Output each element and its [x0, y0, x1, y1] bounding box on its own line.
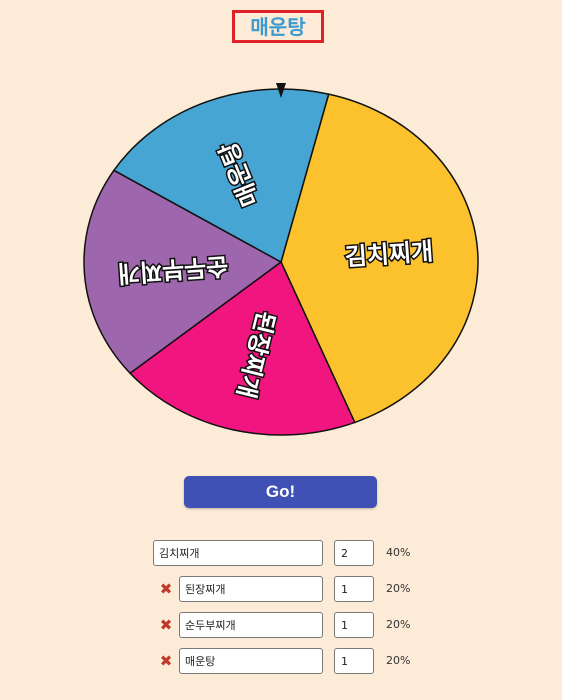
remove-icon[interactable]: ✖: [157, 652, 175, 670]
remove-icon[interactable]: ✖: [157, 580, 175, 598]
item-weight-input[interactable]: [334, 540, 374, 566]
wheel-svg[interactable]: 김치찌개된장찌개순두부찌개매운탕: [0, 0, 562, 470]
item-weight-input[interactable]: [334, 576, 374, 602]
go-button[interactable]: Go!: [184, 476, 377, 508]
item-percent: 20%: [386, 618, 411, 631]
roulette-wheel[interactable]: 김치찌개 된장찌개 순두부찌개 매운탕: [0, 0, 562, 470]
item-percent: 20%: [386, 654, 411, 667]
item-name-input[interactable]: [179, 648, 323, 674]
list-item: ✖ 20%: [0, 576, 562, 602]
item-name-input[interactable]: [179, 612, 323, 638]
item-weight-input[interactable]: [334, 648, 374, 674]
list-item: ✖ 20%: [0, 612, 562, 638]
remove-icon[interactable]: ✖: [157, 616, 175, 634]
list-item: ✖ 20%: [0, 648, 562, 674]
item-percent: 20%: [386, 582, 411, 595]
list-item: 40%: [0, 540, 562, 566]
item-name-input[interactable]: [153, 540, 323, 566]
item-percent: 40%: [386, 546, 411, 559]
item-weight-input[interactable]: [334, 612, 374, 638]
item-name-input[interactable]: [179, 576, 323, 602]
